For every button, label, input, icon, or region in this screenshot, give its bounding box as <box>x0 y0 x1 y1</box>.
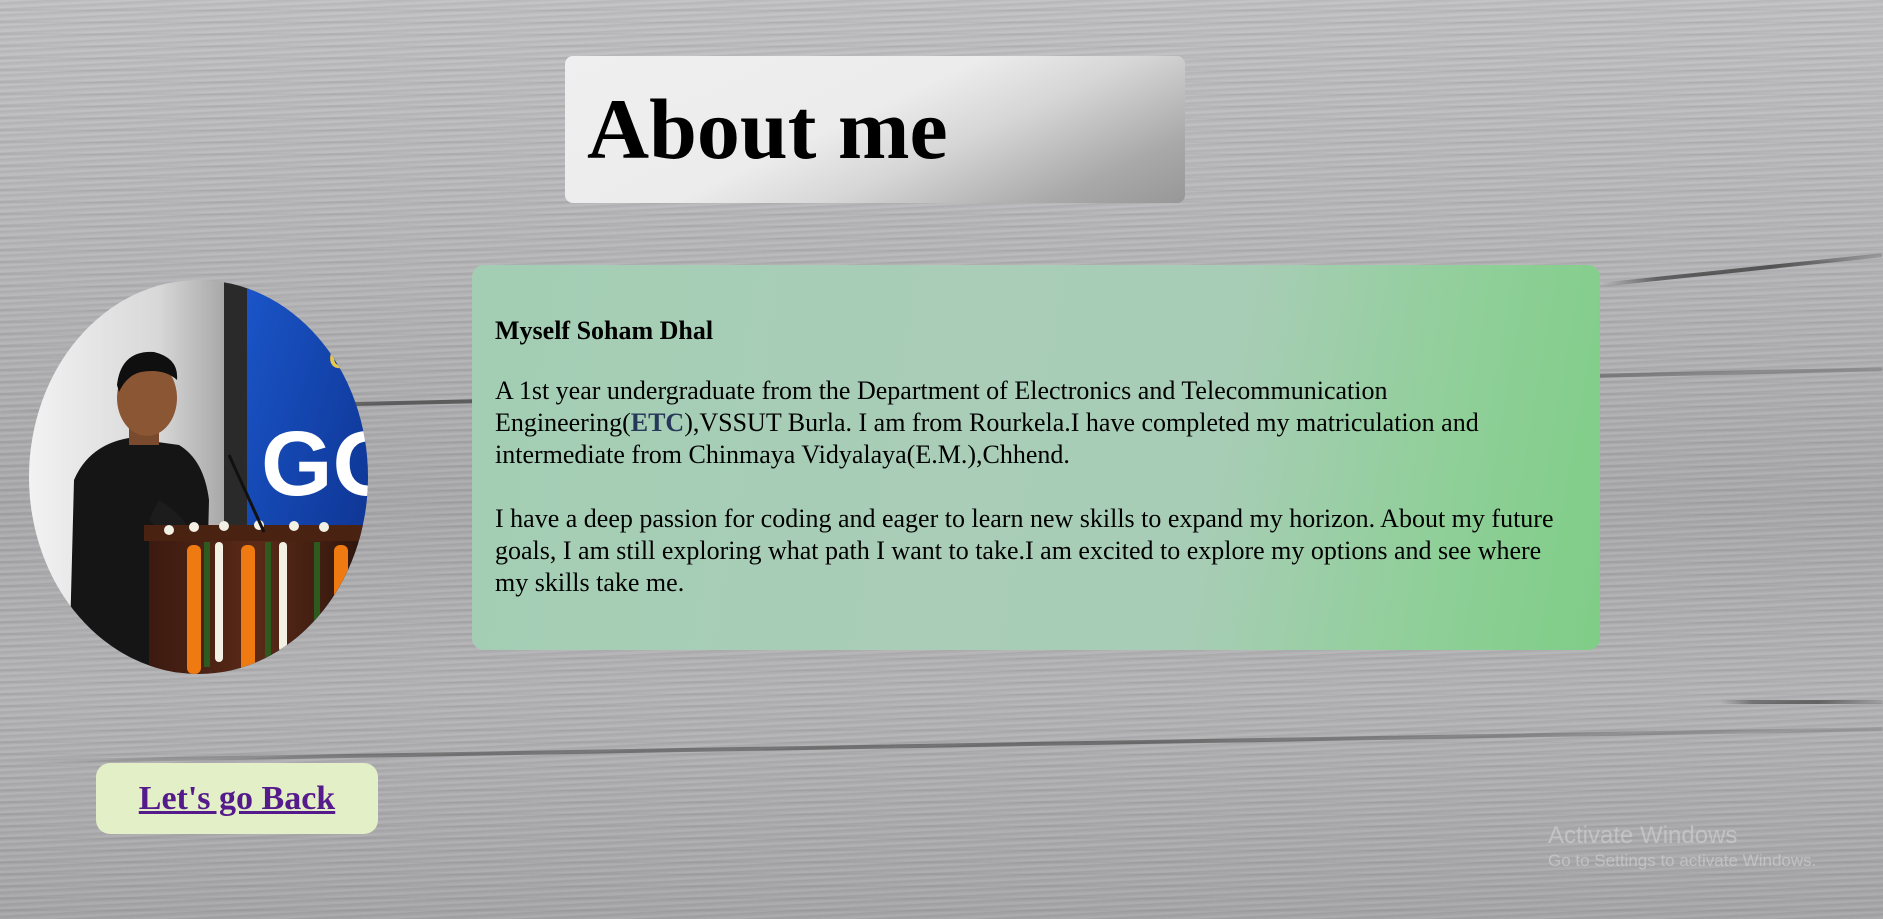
page-title: About me <box>587 81 948 177</box>
profile-photo: CE GOL <box>29 280 368 674</box>
watermark-subtitle: Go to Settings to activate Windows. <box>1548 851 1817 870</box>
watermark-title: Activate Windows <box>1548 822 1738 849</box>
back-button[interactable]: Let's go Back <box>96 763 378 834</box>
etc-highlight: ETC <box>630 408 685 437</box>
plank-seam <box>1720 700 1883 704</box>
plank-seam <box>1600 253 1883 287</box>
title-banner: About me <box>565 56 1185 203</box>
about-paragraph-goals: I have a deep passion for coding and eag… <box>495 504 1554 597</box>
plank-seam <box>0 727 1883 764</box>
banner-text: GOL <box>261 413 368 515</box>
about-paragraph-education: A 1st year undergraduate from the Depart… <box>495 375 1578 471</box>
back-link[interactable]: Let's go Back <box>139 780 335 818</box>
windows-activation-watermark: Activate Windows Go to Settings to activ… <box>1548 822 1816 872</box>
about-card: Myself Soham Dhal A 1st year undergradua… <box>472 265 1600 650</box>
profile-image: CE GOL <box>29 280 368 674</box>
banner-text: CE <box>329 343 368 374</box>
about-name: Myself Soham Dhal <box>495 316 714 345</box>
